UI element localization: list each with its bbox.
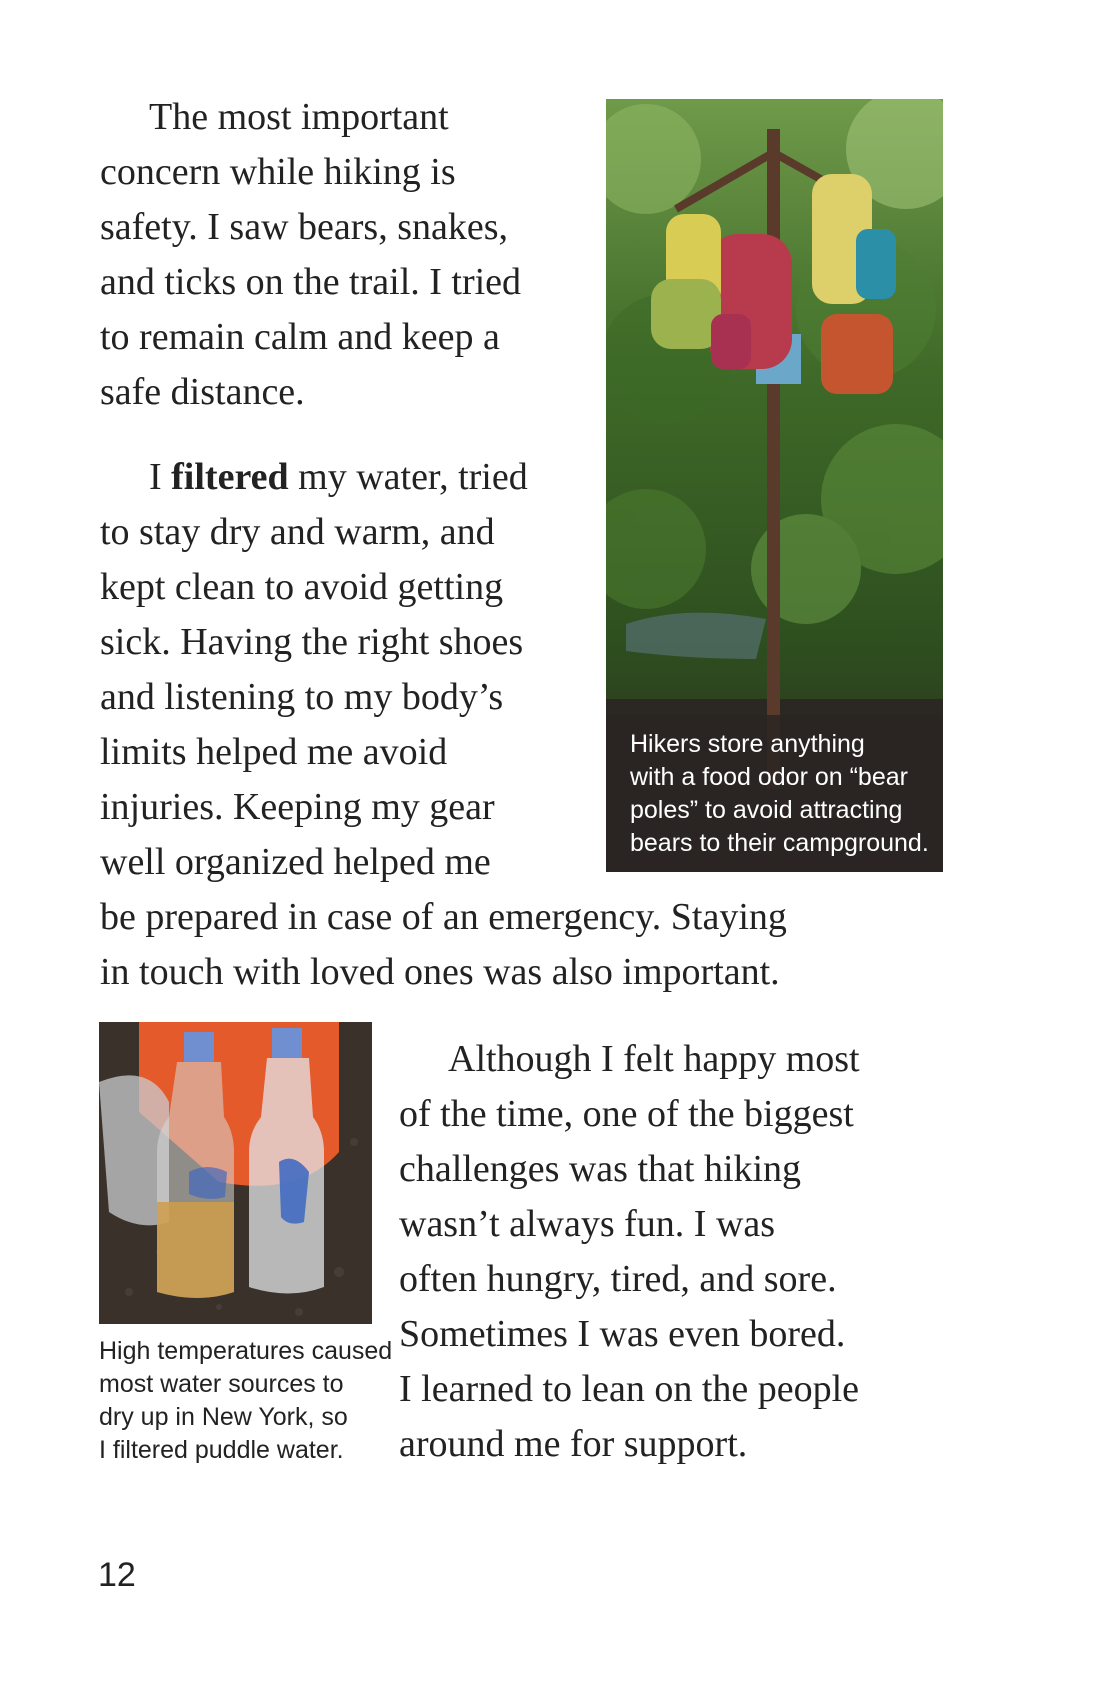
water-bottles-illustration — [99, 1022, 372, 1324]
text-line: concern while hiking is — [100, 151, 456, 193]
water-bottles-photo — [99, 1022, 372, 1324]
text-line: be prepared in case of an emergency. Sta… — [100, 896, 787, 938]
caption-line: poles” to avoid attracting — [630, 796, 903, 824]
caption-line: with a food odor on “bear — [630, 763, 908, 791]
water-caption: High temperatures caused most water sour… — [99, 1335, 392, 1467]
text-line: safe distance. — [100, 371, 305, 413]
text-fragment: I — [149, 456, 172, 498]
text-line: around me for support. — [399, 1423, 748, 1465]
text-fragment: my water, tried — [288, 456, 528, 498]
text-line: in touch with loved ones was also import… — [100, 951, 780, 993]
caption-line: most water sources to — [99, 1370, 344, 1398]
text-line: and ticks on the trail. I tried — [100, 261, 522, 303]
text-line: Although I felt happy most — [448, 1038, 860, 1080]
paragraph-challenges: Although I felt happy most of the time, … — [399, 1032, 860, 1472]
text-line: challenges was that hiking — [399, 1148, 802, 1190]
caption-line: bears to their campground. — [630, 829, 929, 857]
bear-pole-caption: Hikers store anything with a food odor o… — [630, 728, 929, 860]
text-line: safety. I saw bears, snakes, — [100, 206, 508, 248]
caption-line: Hikers store anything — [630, 730, 865, 758]
text-line: I learned to lean on the people — [399, 1368, 860, 1410]
text-line: often hungry, tired, and sore. — [399, 1258, 837, 1300]
page-number: 12 — [98, 1556, 136, 1594]
caption-line: High temperatures caused — [99, 1337, 393, 1365]
text-line: Sometimes I was even bored. — [399, 1313, 846, 1355]
text-line: The most important — [149, 96, 449, 138]
text-line: to remain calm and keep a — [100, 316, 500, 358]
caption-line: dry up in New York, so — [99, 1403, 348, 1431]
caption-line: I filtered puddle water. — [99, 1436, 344, 1464]
text-line: wasn’t always fun. I was — [399, 1203, 776, 1245]
vocabulary-word-filtered: filtered — [171, 456, 289, 498]
paragraph-safety: The most important concern while hiking … — [100, 90, 521, 420]
text-line: of the time, one of the biggest — [399, 1093, 854, 1135]
